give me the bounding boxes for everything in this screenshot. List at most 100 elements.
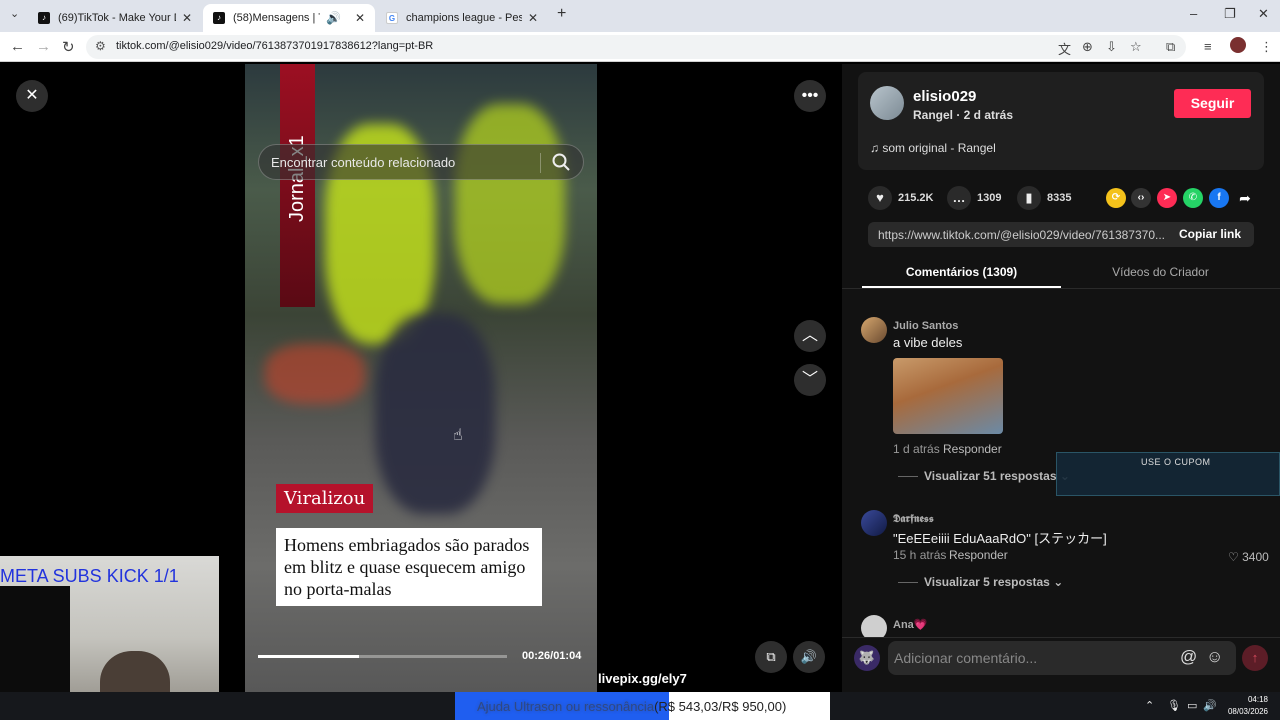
comment-time: 15 h atrás: [893, 548, 947, 562]
chevron-down-icon[interactable]: ﹀: [794, 364, 826, 396]
avatar[interactable]: [861, 510, 887, 536]
comment-author[interactable]: Julio Santos: [893, 320, 958, 332]
copy-link-button[interactable]: Copiar link: [1166, 222, 1254, 247]
pip-icon[interactable]: ⧉: [755, 641, 787, 673]
save-stat[interactable]: ▮ 8335: [1017, 186, 1071, 210]
tab-search-icon[interactable]: ⌄: [10, 7, 19, 20]
speaker-icon[interactable]: 🔊: [1203, 699, 1217, 712]
progress-bar[interactable]: [258, 655, 507, 658]
browser-tab-1[interactable]: ♪ (69)TikTok - Make Your Day ✕: [28, 4, 202, 32]
tab-creator-videos[interactable]: Vídeos do Criador: [1061, 265, 1260, 279]
mic-icon[interactable]: 🎙: [1167, 699, 1181, 712]
speaker-icon[interactable]: 🔊: [326, 11, 341, 25]
install-icon[interactable]: ⇩: [1106, 39, 1117, 55]
menu-icon[interactable]: ⋮: [1260, 39, 1273, 55]
comment-author[interactable]: Ana💗: [893, 618, 927, 631]
view-replies-label: Visualizar 5 respostas: [924, 575, 1050, 589]
view-replies-label: Visualizar 51 respostas: [924, 469, 1057, 483]
clock-date: 08/03/2026: [1227, 707, 1268, 716]
divider: [842, 288, 1280, 289]
maximize-icon[interactable]: ❐: [1224, 6, 1236, 22]
divider: [898, 476, 918, 478]
display-icon[interactable]: ▭: [1187, 699, 1197, 712]
reply-button[interactable]: Responder: [949, 548, 1008, 562]
comment-like[interactable]: ♡ 3400: [1228, 550, 1269, 564]
comment-composer: 🐺 @ ☺ ↑: [842, 637, 1280, 692]
media-icon[interactable]: ≡: [1204, 39, 1212, 54]
new-tab-button[interactable]: +: [557, 5, 566, 23]
donation-amount: (R$ 543,03/R$ 950,00): [654, 699, 787, 714]
author-card: elisio029 Rangel · 2 d atrás Seguir ♫ so…: [858, 72, 1264, 170]
view-replies-button[interactable]: Visualizar 51 respostas ⌄: [898, 469, 1070, 483]
comment-gif[interactable]: [893, 358, 1003, 434]
coupon-text: USE O CUPOM: [1141, 457, 1211, 467]
browser-tab-2[interactable]: ♪ (58)Mensagens | TikTok 🔊 ✕: [203, 4, 375, 32]
comment-time: 1 d atrás: [893, 442, 940, 456]
author-name[interactable]: elisio029: [913, 88, 976, 105]
url-text: tiktok.com/@elisio029/video/761387370191…: [116, 40, 434, 52]
close-tab-icon[interactable]: ✕: [182, 11, 192, 25]
forward-icon[interactable]: →: [36, 38, 51, 55]
facebook-icon[interactable]: f: [1209, 188, 1229, 208]
clock[interactable]: 04:18 08/03/2026: [1224, 694, 1268, 718]
divider: [540, 153, 541, 173]
comment-author[interactable]: 𝕯𝖆𝖗𝖋𝖓𝖊𝖘𝖘: [893, 513, 934, 526]
back-icon[interactable]: ←: [10, 38, 25, 55]
embed-icon[interactable]: ‹›: [1131, 188, 1151, 208]
close-tab-icon[interactable]: ✕: [355, 11, 365, 25]
browser-tab-3[interactable]: G champions league - Pesquisa G ✕: [376, 4, 548, 32]
taskbar: Ajuda Ultrason ou ressonância(R$ 543,03/…: [0, 692, 1280, 720]
bookmark-star-icon[interactable]: ☆: [1130, 39, 1142, 55]
comment-like-count: 3400: [1242, 550, 1269, 564]
profile-avatar[interactable]: [1230, 37, 1246, 53]
share-link[interactable]: https://www.tiktok.com/@elisio029/video/…: [878, 228, 1168, 242]
extensions-icon[interactable]: ⧉: [1166, 39, 1175, 55]
minimize-icon[interactable]: –: [1190, 6, 1197, 21]
donation-text: Ajuda Ultrason ou ressonância(R$ 543,03/…: [477, 699, 786, 714]
comment-text: a vibe deles: [893, 335, 963, 350]
music-note-icon: ♫: [870, 141, 883, 155]
related-search[interactable]: Encontrar conteúdo relacionado: [258, 144, 584, 180]
avatar[interactable]: [861, 317, 887, 343]
sound-link[interactable]: ♫ som original - Rangel: [870, 141, 996, 155]
window-close-icon[interactable]: ✕: [1258, 6, 1269, 22]
more-options-icon[interactable]: •••: [794, 80, 826, 112]
search-icon[interactable]: [551, 152, 571, 172]
reply-button[interactable]: Responder: [943, 442, 1002, 456]
send-button[interactable]: ↑: [1242, 645, 1268, 671]
repost-icon[interactable]: ⟳: [1106, 188, 1126, 208]
cursor-icon: ☝: [453, 427, 463, 444]
avatar[interactable]: 🐺: [854, 645, 880, 671]
bookmark-icon: ▮: [1017, 186, 1041, 210]
tiktok-icon: ♪: [38, 12, 50, 24]
like-stat[interactable]: ♥ 215.2K: [868, 186, 933, 210]
avatar[interactable]: [870, 86, 904, 120]
close-tab-icon[interactable]: ✕: [528, 11, 538, 25]
volume-icon[interactable]: 🔊: [793, 641, 825, 673]
tab-comments[interactable]: Comentários (1309): [862, 265, 1061, 279]
video-figure: [375, 314, 495, 514]
tray-chevron-icon[interactable]: ⌃: [1145, 699, 1154, 712]
send-icon[interactable]: ➤: [1157, 188, 1177, 208]
emoji-icon[interactable]: ☺: [1206, 647, 1223, 667]
follow-button[interactable]: Seguir: [1174, 89, 1251, 118]
chevron-up-icon[interactable]: ︿: [794, 320, 826, 352]
comment-stat[interactable]: … 1309: [947, 186, 1001, 210]
tab-title: (58)Mensagens | TikTok: [233, 12, 320, 24]
video-figure: [265, 344, 365, 404]
heart-icon: ♥: [868, 186, 892, 210]
sound-label: som original - Rangel: [882, 141, 996, 155]
zoom-icon[interactable]: ⊕: [1082, 39, 1093, 55]
comment-text: "EeEEeiiii EduAaaRdO" [ステッカー]: [893, 531, 1107, 546]
close-icon[interactable]: ✕: [16, 80, 48, 112]
translate-icon[interactable]: 文: [1058, 39, 1071, 58]
video-figure: [455, 104, 565, 304]
reload-icon[interactable]: ↻: [62, 38, 75, 56]
view-replies-button[interactable]: Visualizar 5 respostas ⌄: [898, 575, 1063, 589]
share-arrow-icon[interactable]: ➦: [1235, 188, 1255, 208]
mention-icon[interactable]: @: [1180, 647, 1197, 667]
url-field[interactable]: ⚙ tiktok.com/@elisio029/video/7613873701…: [86, 35, 1186, 59]
site-settings-icon[interactable]: ⚙: [95, 39, 106, 53]
browser-addressbar: ← → ↻ ⚙ tiktok.com/@elisio029/video/7613…: [0, 32, 1280, 62]
whatsapp-icon[interactable]: ✆: [1183, 188, 1203, 208]
